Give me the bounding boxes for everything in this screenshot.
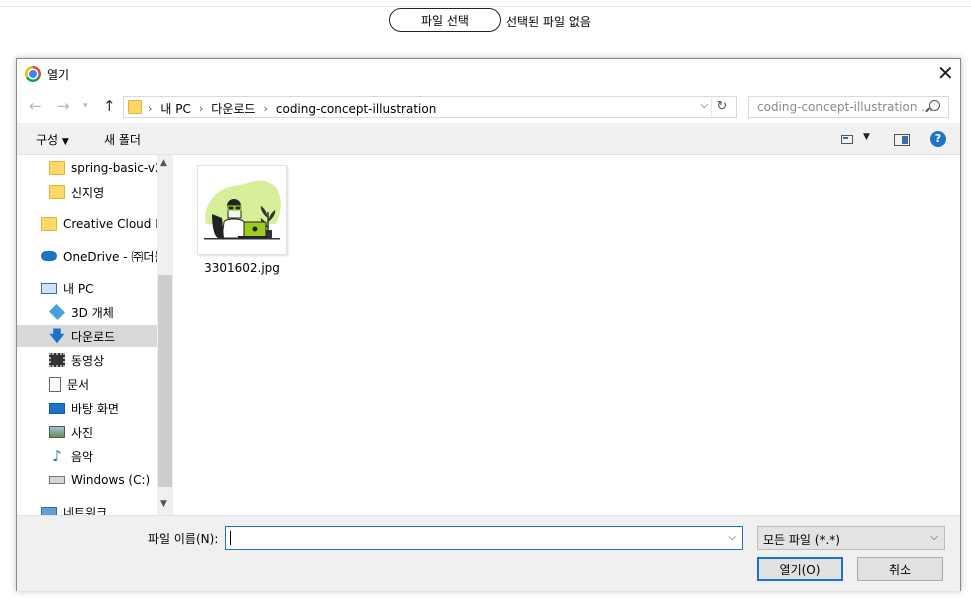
drive-icon bbox=[49, 476, 65, 484]
filename-input[interactable]: ⌵ bbox=[225, 526, 743, 550]
organize-button[interactable]: 구성 ▼ bbox=[36, 131, 69, 148]
folder-icon bbox=[49, 161, 65, 175]
address-dropdown-chevron-icon[interactable]: ⌵ bbox=[700, 100, 708, 111]
scrollbar-thumb[interactable] bbox=[158, 275, 172, 487]
forward-arrow-icon[interactable]: → bbox=[57, 97, 70, 115]
nav-item-label: 음악 bbox=[71, 449, 94, 464]
nav-item-3d-objects[interactable]: 3D 개체 bbox=[49, 301, 157, 323]
file-name-label: 3301602.jpg bbox=[204, 261, 280, 275]
file-status-text: 선택된 파일 없음 bbox=[506, 15, 591, 29]
dialog-titlebar: 열기 ✕ bbox=[17, 59, 960, 89]
desktop-icon bbox=[49, 402, 65, 414]
nav-item-label: 동영상 bbox=[71, 353, 105, 368]
nav-item-label: spring-basic-v2( bbox=[71, 161, 168, 175]
preview-pane-icon[interactable] bbox=[894, 134, 910, 146]
chevron-down-icon: ▼ bbox=[61, 137, 69, 147]
nav-item-label: 사진 bbox=[71, 425, 94, 440]
coding-illustration-thumbnail bbox=[204, 180, 281, 240]
download-icon: 🡇 bbox=[49, 327, 65, 345]
folder-icon bbox=[49, 185, 65, 199]
file-type-value: 모든 파일 (*.*) bbox=[763, 533, 840, 547]
nav-item-label: 다운로드 bbox=[71, 329, 116, 344]
nav-item-pictures[interactable]: 사진 bbox=[49, 421, 157, 443]
document-icon bbox=[49, 376, 61, 392]
breadcrumb-item[interactable]: coding-concept-illustration bbox=[276, 102, 436, 116]
folder-icon bbox=[41, 217, 57, 231]
nav-item-user-folder[interactable]: 신지영 bbox=[49, 181, 157, 203]
nav-item-label: Windows (C:) bbox=[71, 473, 151, 487]
nav-item-windows-drive[interactable]: Windows (C:) bbox=[49, 469, 157, 491]
close-icon[interactable]: ✕ bbox=[937, 61, 954, 85]
file-type-select[interactable]: 모든 파일 (*.*) ⌵ bbox=[757, 526, 945, 550]
organize-label: 구성 bbox=[36, 133, 59, 147]
nav-item-this-pc[interactable]: 내 PC bbox=[41, 277, 157, 299]
breadcrumb-item[interactable]: 다운로드 bbox=[211, 100, 255, 117]
cube-icon bbox=[49, 304, 65, 320]
nav-item-label: 바탕 화면 bbox=[71, 401, 119, 416]
navigation-bar: ← → ▾ ↑ › 내 PC › 다운로드 › coding-concept-i… bbox=[17, 89, 960, 123]
recent-locations-chevron-icon[interactable]: ▾ bbox=[83, 101, 88, 111]
new-folder-button[interactable]: 새 폴더 bbox=[104, 131, 141, 148]
nav-item-desktop[interactable]: 바탕 화면 bbox=[49, 397, 157, 419]
nav-item-label: 네트워크 bbox=[63, 505, 108, 516]
nav-item-label: 신지영 bbox=[71, 185, 105, 200]
command-toolbar: 구성 ▼ 새 폴더 ▼ ? bbox=[17, 123, 960, 155]
network-icon bbox=[41, 507, 57, 515]
nav-item-network[interactable]: 네트워크 bbox=[41, 501, 157, 515]
nav-item-label: 3D 개체 bbox=[71, 305, 114, 320]
nav-item-videos[interactable]: 동영상 bbox=[49, 349, 157, 371]
search-icon bbox=[929, 100, 940, 111]
filename-dropdown-chevron-icon[interactable]: ⌵ bbox=[728, 532, 736, 543]
chevron-down-icon: ⌵ bbox=[930, 532, 938, 543]
navigation-scrollbar[interactable]: ▲ ▼ bbox=[157, 155, 173, 515]
back-arrow-icon[interactable]: ← bbox=[29, 97, 42, 115]
video-icon bbox=[49, 353, 65, 367]
file-list-area: 3301602.jpg bbox=[173, 155, 960, 515]
view-dropdown-icon[interactable]: ▼ bbox=[863, 132, 870, 142]
search-input[interactable]: coding-concept-illustration ... bbox=[748, 96, 949, 118]
navigation-pane: spring-basic-v2( 신지영 Creative Cloud Fil … bbox=[17, 155, 173, 515]
nav-item-label: Creative Cloud Fil bbox=[63, 217, 168, 231]
nav-item-documents[interactable]: 문서 bbox=[49, 373, 157, 395]
chrome-icon bbox=[25, 66, 41, 82]
nav-item-label: 내 PC bbox=[63, 281, 94, 296]
nav-item-spring-basic[interactable]: spring-basic-v2( bbox=[49, 157, 167, 179]
breadcrumb-item[interactable]: 내 PC bbox=[160, 100, 190, 117]
view-options-icon[interactable] bbox=[841, 135, 853, 144]
up-arrow-icon[interactable]: ↑ bbox=[103, 97, 116, 115]
cancel-button[interactable]: 취소 bbox=[857, 557, 943, 581]
breadcrumb: › 내 PC › 다운로드 › coding-concept-illustrat… bbox=[148, 100, 436, 117]
refresh-icon[interactable]: ↻ bbox=[711, 98, 732, 116]
music-icon: ♪ bbox=[52, 447, 62, 465]
picture-icon bbox=[49, 426, 65, 438]
nav-item-label: OneDrive - ㈜더블 bbox=[63, 249, 166, 264]
filename-label: 파일 이름(N): bbox=[148, 532, 219, 546]
folder-icon bbox=[128, 100, 142, 114]
dialog-title: 열기 bbox=[47, 68, 70, 82]
nav-item-label: 문서 bbox=[67, 377, 90, 392]
address-bar[interactable]: › 내 PC › 다운로드 › coding-concept-illustrat… bbox=[123, 96, 737, 118]
nav-item-downloads[interactable]: 🡇 다운로드 bbox=[17, 325, 157, 347]
breadcrumb-chevron-icon: › bbox=[263, 102, 268, 115]
breadcrumb-chevron-icon: › bbox=[148, 102, 153, 115]
open-button[interactable]: 열기(O) bbox=[757, 557, 843, 581]
scroll-up-icon[interactable]: ▲ bbox=[160, 158, 167, 168]
text-caret bbox=[230, 531, 231, 545]
pc-icon bbox=[41, 282, 57, 294]
file-item-3301602[interactable] bbox=[197, 165, 287, 255]
open-file-dialog: 열기 ✕ ← → ▾ ↑ › 내 PC › 다운로드 › coding-conc… bbox=[16, 58, 961, 591]
choose-file-button[interactable]: 파일 선택 bbox=[389, 8, 501, 32]
page-divider bbox=[0, 6, 971, 7]
help-icon[interactable]: ? bbox=[930, 131, 946, 147]
nav-item-onedrive[interactable]: OneDrive - ㈜더블 bbox=[41, 245, 165, 267]
nav-item-creative-cloud[interactable]: Creative Cloud Fil bbox=[41, 213, 168, 235]
search-placeholder: coding-concept-illustration ... bbox=[757, 100, 933, 114]
nav-item-music[interactable]: ♪ 음악 bbox=[49, 445, 157, 467]
dialog-footer: 파일 이름(N): ⌵ 모든 파일 (*.*) ⌵ 열기(O) 취소 bbox=[17, 515, 960, 591]
cloud-icon bbox=[41, 251, 57, 261]
breadcrumb-chevron-icon: › bbox=[198, 102, 204, 115]
scroll-down-icon[interactable]: ▼ bbox=[160, 499, 167, 509]
